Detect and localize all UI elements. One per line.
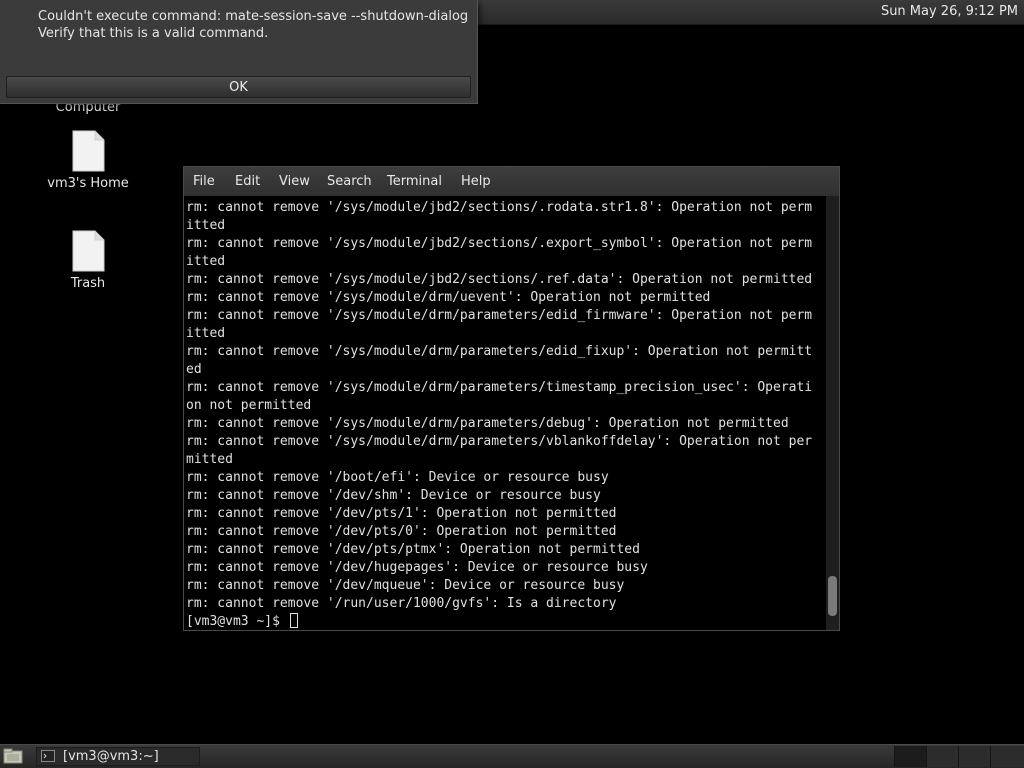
- menu-view[interactable]: View: [279, 174, 310, 189]
- menu-search[interactable]: Search: [327, 174, 372, 189]
- terminal-window: File Edit View Search Terminal Help rm: …: [183, 166, 840, 631]
- workspace-2[interactable]: [926, 746, 958, 767]
- bottom-panel: [vm3@vm3:~]: [0, 744, 1024, 768]
- terminal-prompt: [vm3@vm3 ~]$: [186, 614, 288, 629]
- terminal-output: rm: cannot remove '/sys/module/jbd2/sect…: [186, 200, 812, 611]
- menu-file[interactable]: File: [193, 174, 215, 189]
- taskbar-window-label: [vm3@vm3:~]: [63, 749, 159, 764]
- taskbar-window-button[interactable]: [vm3@vm3:~]: [36, 747, 200, 766]
- terminal-output-area[interactable]: rm: cannot remove '/sys/module/jbd2/sect…: [184, 196, 826, 630]
- terminal-line: rm: cannot remove '/dev/mqueue': Device …: [186, 578, 625, 593]
- terminal-line: ed: [186, 362, 202, 377]
- error-message-line-2: Verify that this is a valid command.: [38, 26, 269, 41]
- terminal-line: rm: cannot remove '/sys/module/jbd2/sect…: [186, 272, 813, 287]
- ok-button[interactable]: OK: [6, 76, 471, 98]
- terminal-line: itted: [186, 254, 226, 269]
- document-icon: [72, 130, 105, 172]
- desktop-icon-trash[interactable]: Trash: [33, 230, 143, 291]
- terminal-line: rm: cannot remove '/sys/module/jbd2/sect…: [186, 236, 813, 251]
- error-message-line-1: Couldn't execute command: mate-session-s…: [38, 9, 469, 24]
- terminal-line: rm: cannot remove '/dev/pts/0': Operatio…: [186, 524, 617, 539]
- terminal-line: rm: cannot remove '/run/user/1000/gvfs':…: [186, 596, 617, 611]
- document-icon: [72, 230, 105, 272]
- terminal-text: rm: cannot remove '/sys/module/jbd2/sect…: [186, 199, 812, 630]
- desktop-icon-home-label: vm3's Home: [47, 176, 129, 191]
- menu-help[interactable]: Help: [461, 174, 491, 189]
- workspace-4[interactable]: [990, 746, 1024, 767]
- terminal-line: itted: [186, 218, 226, 233]
- terminal-line: rm: cannot remove '/sys/module/drm/ueven…: [186, 290, 711, 305]
- workspace-3[interactable]: [958, 746, 990, 767]
- terminal-cursor: [289, 613, 298, 628]
- terminal-line: rm: cannot remove '/boot/efi': Device or…: [186, 470, 609, 485]
- menu-edit[interactable]: Edit: [235, 174, 260, 189]
- terminal-line: on not permitted: [186, 398, 312, 413]
- menu-terminal[interactable]: Terminal: [387, 174, 442, 189]
- terminal-line: itted: [186, 326, 226, 341]
- workspace-1[interactable]: [894, 746, 926, 767]
- terminal-line: rm: cannot remove '/dev/hugepages': Devi…: [186, 560, 648, 575]
- desktop-icon-home[interactable]: vm3's Home: [33, 130, 143, 191]
- terminal-line: rm: cannot remove '/dev/pts/ptmx': Opera…: [186, 542, 640, 557]
- terminal-line: rm: cannot remove '/sys/module/drm/param…: [186, 434, 813, 449]
- scrollbar-thumb[interactable]: [828, 576, 837, 616]
- error-dialog: Couldn't execute command: mate-session-s…: [0, 0, 478, 104]
- terminal-icon: [41, 750, 55, 762]
- terminal-line: rm: cannot remove '/sys/module/drm/param…: [186, 380, 813, 395]
- terminal-line: rm: cannot remove '/dev/pts/1': Operatio…: [186, 506, 617, 521]
- terminal-line: rm: cannot remove '/sys/module/drm/param…: [186, 308, 813, 323]
- terminal-line: rm: cannot remove '/sys/module/drm/param…: [186, 344, 813, 359]
- terminal-line: rm: cannot remove '/sys/module/drm/param…: [186, 416, 789, 431]
- desktop-icon-trash-label: Trash: [70, 276, 106, 291]
- terminal-menubar: File Edit View Search Terminal Help: [184, 167, 839, 196]
- show-desktop-icon[interactable]: [3, 748, 23, 764]
- terminal-line: rm: cannot remove '/dev/shm': Device or …: [186, 488, 601, 503]
- terminal-scrollbar[interactable]: [826, 196, 839, 630]
- terminal-line: rm: cannot remove '/sys/module/jbd2/sect…: [186, 200, 813, 215]
- clock[interactable]: Sun May 26, 9:12 PM: [881, 4, 1018, 19]
- terminal-line: mitted: [186, 452, 233, 467]
- desktop: Sun May 26, 9:12 PM Computer vm3's Home …: [0, 0, 1024, 768]
